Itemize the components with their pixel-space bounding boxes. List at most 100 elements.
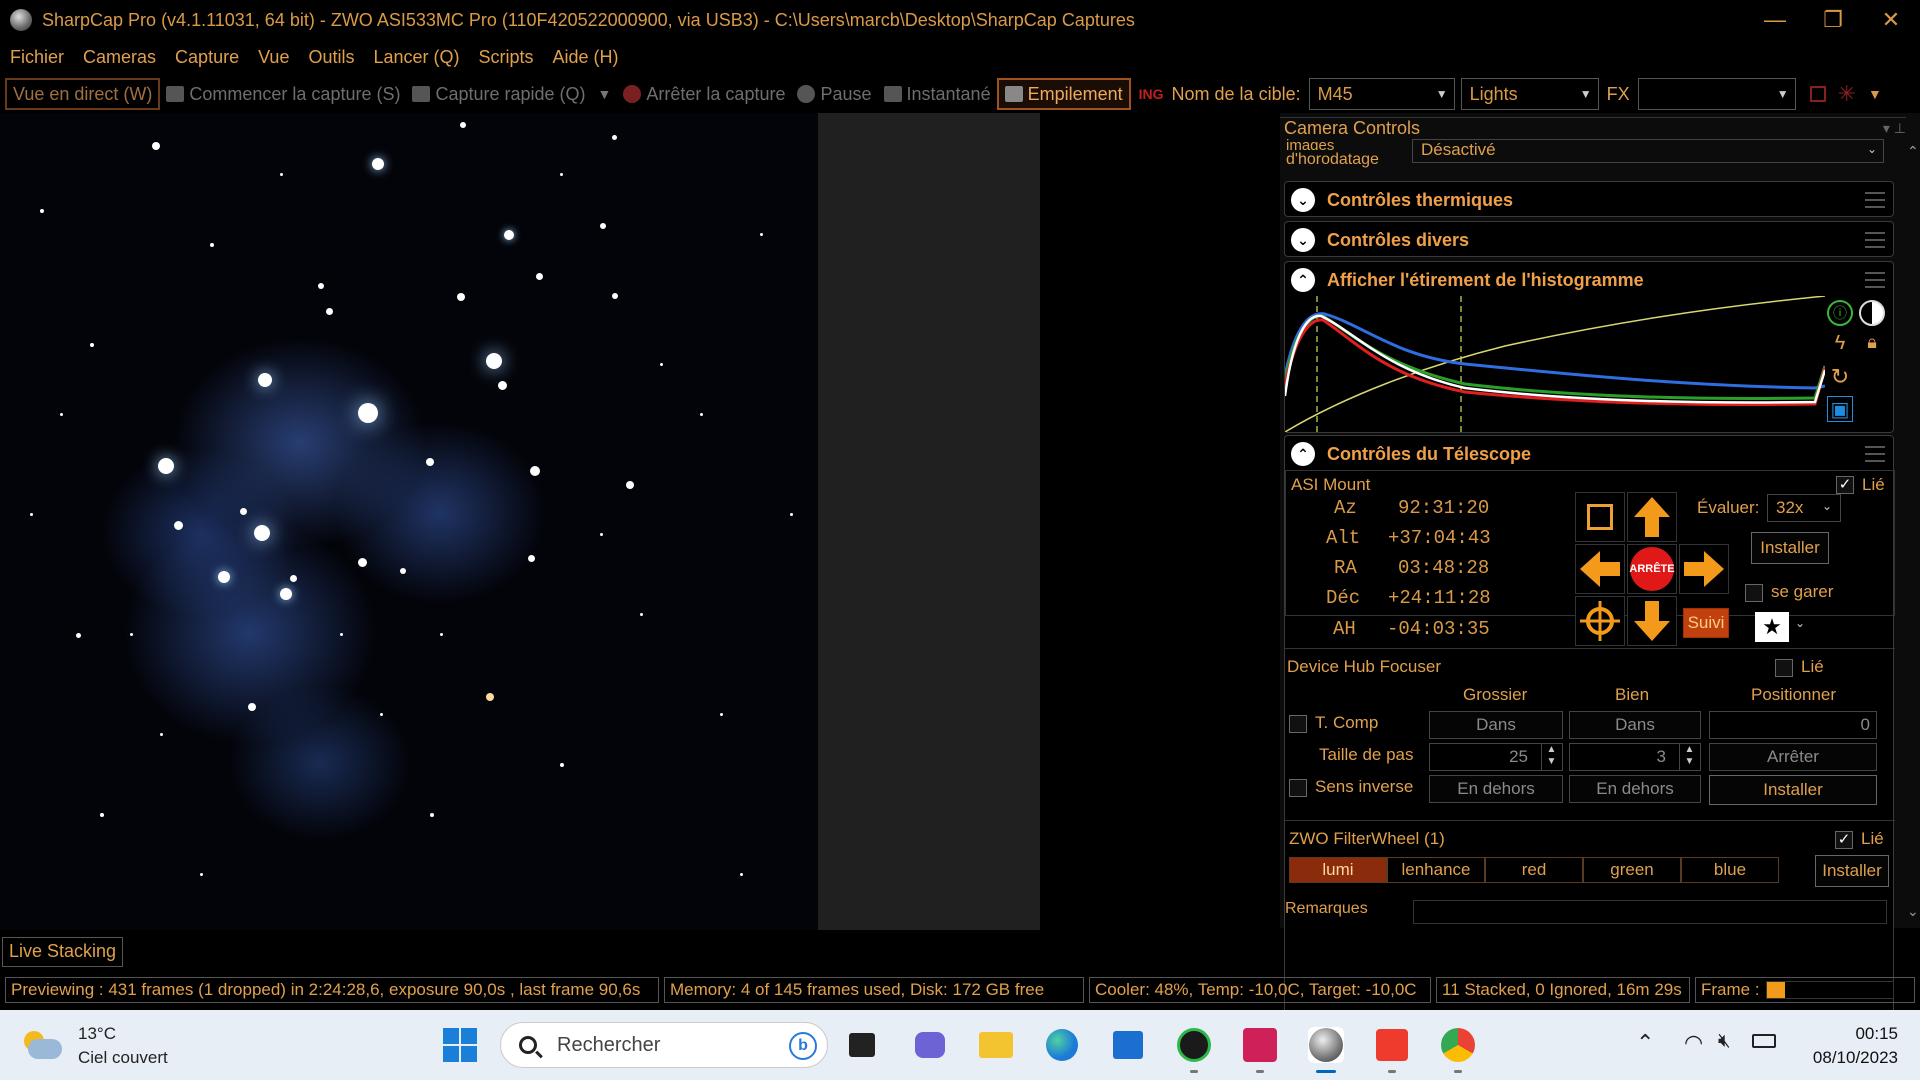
stop-mount-button[interactable]: ARRÊTE: [1627, 544, 1677, 594]
move-east-button[interactable]: [1679, 544, 1729, 594]
timestamp-select[interactable]: Désactivé ⌄: [1412, 139, 1884, 163]
tracking-button[interactable]: Suivi: [1683, 608, 1729, 638]
thermal-controls-header[interactable]: ⌄ Contrôles thermiques: [1285, 182, 1893, 218]
menu-scripts[interactable]: Scripts: [479, 47, 534, 68]
menu-vue[interactable]: Vue: [258, 47, 289, 68]
misc-controls-header[interactable]: ⌄ Contrôles divers: [1285, 222, 1893, 258]
filterwheel-install-button[interactable]: Installer: [1815, 855, 1889, 887]
quick-capture-dropdown-icon[interactable]: ▼: [598, 86, 612, 102]
snapshot-button[interactable]: Instantané: [878, 78, 997, 110]
move-west-button[interactable]: [1575, 544, 1625, 594]
hamburger-icon[interactable]: [1865, 446, 1885, 462]
focuser-linked-checkbox[interactable]: [1775, 659, 1793, 677]
rate-select[interactable]: 32x ⌄: [1767, 494, 1841, 522]
close-button[interactable]: ✕: [1862, 0, 1920, 40]
weather-widget[interactable]: 13°C Ciel couvert: [22, 1022, 168, 1070]
pin-icon[interactable]: ▾ ⊥: [1883, 120, 1906, 137]
panel-scrollbar[interactable]: ⌃ ⌄: [1906, 143, 1920, 928]
menu-outils[interactable]: Outils: [308, 47, 354, 68]
file-explorer-button[interactable]: [978, 1027, 1014, 1063]
focus-out-fine-button[interactable]: En dehors: [1569, 775, 1701, 803]
sharpcap-taskbar-button[interactable]: [1308, 1027, 1344, 1073]
spiral-search-button[interactable]: [1575, 492, 1625, 542]
lock-icon[interactable]: 🔒︎: [1859, 332, 1885, 358]
chrome-button[interactable]: [1440, 1027, 1476, 1073]
tray-overflow-icon[interactable]: ⌃: [1636, 1030, 1654, 1056]
live-view-button[interactable]: Vue en direct (W): [5, 78, 161, 110]
lightning-icon[interactable]: ϟ: [1827, 332, 1853, 358]
star-tracking-icon[interactable]: ★: [1755, 612, 1789, 642]
edge-button[interactable]: [1044, 1027, 1080, 1063]
focuser-install-button[interactable]: Installer: [1709, 775, 1877, 805]
move-north-button[interactable]: [1627, 492, 1677, 542]
minimize-button[interactable]: —: [1746, 0, 1804, 40]
chevron-down-icon[interactable]: ⌄: [1795, 616, 1805, 630]
toolbar-more-icon[interactable]: ▼: [1868, 86, 1882, 102]
reset-icon[interactable]: ↻: [1827, 364, 1853, 390]
hamburger-icon[interactable]: [1865, 232, 1885, 248]
focus-out-coarse-button[interactable]: En dehors: [1429, 775, 1563, 803]
menu-cameras[interactable]: Cameras: [83, 47, 156, 68]
tcomp-checkbox[interactable]: [1289, 715, 1307, 733]
hamburger-icon[interactable]: [1865, 192, 1885, 208]
fx-combo[interactable]: ▼: [1637, 78, 1796, 110]
ing-icon[interactable]: ING: [1139, 86, 1164, 102]
save-icon[interactable]: ▣: [1827, 396, 1853, 422]
pause-button[interactable]: Pause: [791, 78, 877, 110]
filter-blue[interactable]: blue: [1681, 857, 1779, 883]
histogram-header[interactable]: ⌃ Afficher l'étirement de l'histogramme: [1285, 262, 1893, 298]
start-capture-button[interactable]: Commencer la capture (S): [160, 78, 406, 110]
task-view-button[interactable]: [844, 1027, 880, 1063]
windows-start-button[interactable]: [442, 1027, 478, 1063]
focus-position-field[interactable]: 0: [1709, 711, 1877, 739]
restore-button[interactable]: ❐: [1804, 0, 1862, 40]
filter-lenhance[interactable]: lenhance: [1387, 857, 1485, 883]
stepper-arrows-icon[interactable]: ▲ ▼: [1541, 744, 1561, 770]
reverse-checkbox[interactable]: [1289, 779, 1307, 797]
anydesk-button[interactable]: [1374, 1027, 1410, 1073]
menu-capture[interactable]: Capture: [175, 47, 239, 68]
focuser-stop-button[interactable]: Arrêter: [1709, 743, 1877, 771]
photo-app-button[interactable]: [1242, 1027, 1278, 1073]
phd-guiding-button[interactable]: [1176, 1027, 1212, 1073]
move-south-button[interactable]: [1627, 596, 1677, 646]
volume-muted-icon[interactable]: 🔇︎: [1718, 1030, 1731, 1053]
frame-type-combo[interactable]: Lights ▼: [1460, 78, 1599, 110]
scroll-down-icon[interactable]: ⌄: [1907, 903, 1919, 920]
image-viewport[interactable]: [0, 113, 1040, 930]
telescope-header[interactable]: ⌃ Contrôles du Télescope: [1285, 436, 1893, 472]
stepper-arrows-icon[interactable]: ▲ ▼: [1679, 744, 1699, 770]
histogram-chart[interactable]: [1285, 296, 1825, 432]
notes-input[interactable]: [1413, 900, 1887, 924]
stacking-button[interactable]: Empilement: [996, 78, 1131, 110]
wifi-icon[interactable]: ◠: [1684, 1030, 1703, 1056]
filter-lumi[interactable]: lumi: [1289, 857, 1387, 883]
menu-fichier[interactable]: Fichier: [10, 47, 64, 68]
taskbar-search[interactable]: Rechercher b: [500, 1022, 828, 1068]
crosshair-icon[interactable]: ✳: [1838, 81, 1856, 107]
taskbar-clock[interactable]: 00:15 08/10/2023: [1813, 1022, 1898, 1070]
teams-chat-button[interactable]: [912, 1027, 948, 1063]
reticle-icon[interactable]: [1809, 86, 1826, 102]
store-button[interactable]: [1110, 1027, 1146, 1063]
focus-in-fine-button[interactable]: Dans: [1569, 711, 1701, 739]
contrast-icon[interactable]: [1859, 300, 1885, 326]
mount-install-button[interactable]: Installer: [1751, 532, 1829, 564]
stop-capture-button[interactable]: Arrêter la capture: [617, 78, 791, 110]
live-stacking-tab[interactable]: Live Stacking: [2, 937, 124, 967]
focus-in-coarse-button[interactable]: Dans: [1429, 711, 1563, 739]
filter-red[interactable]: red: [1485, 857, 1583, 883]
bing-icon[interactable]: b: [789, 1032, 817, 1060]
goto-target-button[interactable]: [1575, 596, 1625, 646]
mount-linked-checkbox[interactable]: ✓: [1836, 476, 1854, 494]
filter-green[interactable]: green: [1583, 857, 1681, 883]
filterwheel-linked-checkbox[interactable]: ✓: [1835, 831, 1853, 849]
target-name-combo[interactable]: M45 ▼: [1308, 78, 1455, 110]
menu-lancer[interactable]: Lancer (Q): [373, 47, 459, 68]
park-checkbox[interactable]: [1745, 584, 1763, 602]
battery-icon[interactable]: [1752, 1034, 1776, 1048]
hamburger-icon[interactable]: [1865, 272, 1885, 288]
auto-stretch-icon[interactable]: ⓘ: [1827, 300, 1853, 326]
menu-aide[interactable]: Aide (H): [553, 47, 619, 68]
quick-capture-button[interactable]: Capture rapide (Q): [406, 78, 591, 110]
